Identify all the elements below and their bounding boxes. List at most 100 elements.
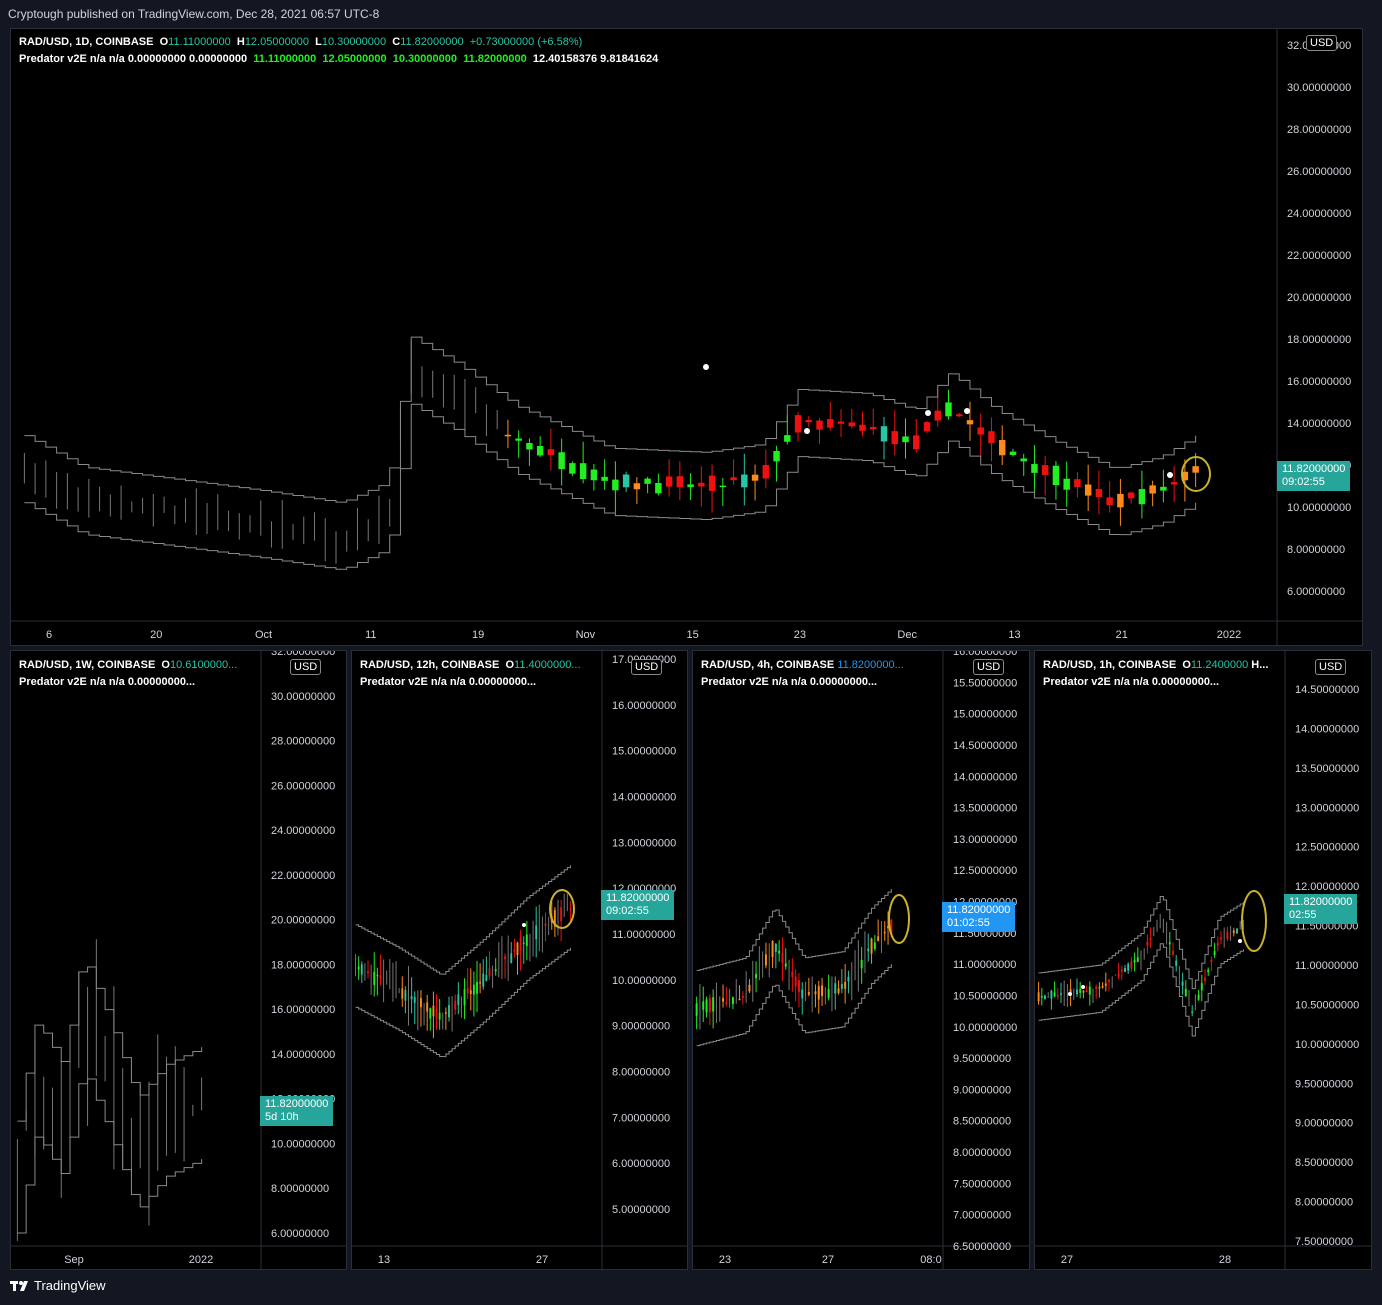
main-candle-body <box>1117 493 1124 508</box>
1h-indicator-legend[interactable]: Predator v2E n/a n/a 0.00000000... <box>1043 676 1219 688</box>
main-y-tick: 18.00000000 <box>1287 334 1351 346</box>
main-chart-canvas[interactable]: 32.0000000030.0000000028.0000000026.0000… <box>11 29 1363 646</box>
main-candle-body <box>1138 489 1146 505</box>
pane2-y-tick: 8.00000000 <box>953 1147 1011 1159</box>
pane2-candle-body <box>870 938 873 954</box>
pane3-candle-body <box>1082 990 1085 993</box>
main-x-tick: 2022 <box>1217 629 1241 641</box>
pane3-candle-body <box>1200 983 1203 991</box>
pane3-candle-body <box>1175 960 1178 966</box>
pane2-y-tick: 6.50000000 <box>953 1241 1011 1253</box>
pane3-candle-body <box>1172 951 1174 955</box>
12h-chart-pane[interactable]: 17.0000000016.0000000015.0000000014.0000… <box>351 650 688 1270</box>
footer-branding[interactable]: TradingView <box>10 1278 106 1293</box>
pane2-y-tick: 14.00000000 <box>953 771 1017 783</box>
main-candle-body <box>859 424 866 431</box>
main-candle-body <box>870 426 877 430</box>
main-ohlc-legend: RAD/USD, 1D, COINBASE O11.11000000 H12.0… <box>19 36 583 48</box>
main-candle-body <box>569 463 576 474</box>
pane1-signal-dot <box>522 923 526 927</box>
weekly-currency-button[interactable]: USD <box>290 659 322 675</box>
pane1-candle-body <box>513 949 516 953</box>
12h-symbol[interactable]: RAD/USD, 12h, COINBASE <box>360 659 499 671</box>
main-x-tick: 23 <box>794 629 806 641</box>
main-candle-body <box>934 410 941 421</box>
1h-currency-button[interactable]: USD <box>1315 659 1347 675</box>
main-candle-body <box>1009 451 1017 455</box>
1h-open-suffix: H... <box>1251 659 1269 671</box>
main-upper-band <box>24 336 1197 503</box>
pane0-y-tick: 28.00000000 <box>271 736 335 748</box>
pane1-y-tick: 11.00000000 <box>612 929 675 941</box>
pane2-x-tick: 23 <box>719 1254 731 1266</box>
main-candle-body <box>827 419 834 428</box>
12h-indicator-legend[interactable]: Predator v2E n/a n/a 0.00000000... <box>360 676 536 688</box>
main-candle-body <box>579 463 587 480</box>
pane2-candle-body <box>877 936 880 941</box>
main-low: 10.30000000 <box>321 36 387 48</box>
12h-currency-button[interactable]: USD <box>631 659 663 675</box>
pane1-candle-body <box>525 934 528 947</box>
4h-chart-canvas[interactable]: 16.00000000 15.50000000 15.00000000 14.5000… <box>693 651 1030 1270</box>
pane3-y-tick: 12.00000000 <box>1295 881 1359 893</box>
1h-chart-pane[interactable]: 14.50000000 14.00000000 13.50000000 13.0000… <box>1034 650 1372 1270</box>
pane3-y-tick: 11.00000000 <box>1295 960 1358 972</box>
4h-chart-pane[interactable]: 16.00000000 15.50000000 15.00000000 14.5000… <box>692 650 1030 1270</box>
main-candle-body <box>923 422 931 432</box>
weekly-indicator-legend[interactable]: Predator v2E n/a n/a 0.00000000... <box>19 676 195 688</box>
main-signal-dot <box>804 428 810 434</box>
main-symbol[interactable]: RAD/USD, 1D, COINBASE <box>19 36 153 48</box>
pane1-upper-band <box>355 865 571 975</box>
pane2-y-tick: 9.50000000 <box>953 1053 1011 1065</box>
pane1-candle-body <box>367 971 369 974</box>
pane0-y-tick: 20.00000000 <box>271 915 335 927</box>
ind-val-1: 12.05000000 <box>322 53 387 65</box>
pane0-y-tick: 6.00000000 <box>271 1228 329 1240</box>
main-x-tick: 19 <box>472 629 484 641</box>
pane2-candle-body <box>712 997 715 1012</box>
pane2-y-tick: 8.50000000 <box>953 1116 1011 1128</box>
main-candle-body <box>751 474 759 481</box>
4h-currency-button[interactable]: USD <box>973 659 1005 675</box>
4h-indicator-legend[interactable]: Predator v2E n/a n/a 0.00000000... <box>701 676 877 688</box>
4h-symbol[interactable]: RAD/USD, 4h, COINBASE <box>701 659 834 671</box>
pane2-candle-body <box>771 940 774 958</box>
main-chart-pane[interactable]: 32.0000000030.0000000028.0000000026.0000… <box>10 28 1363 646</box>
pane2-candle-body <box>722 998 725 1002</box>
4h-countdown: 01:02:55 <box>947 917 990 929</box>
12h-chart-canvas[interactable]: 17.0000000016.0000000015.0000000014.0000… <box>352 651 688 1270</box>
main-indicator-legend[interactable]: Predator v2E n/a n/a 0.00000000 0.000000… <box>19 53 658 65</box>
pane2-candle-body <box>702 1001 705 1010</box>
main-y-tick: 30.00000000 <box>1287 82 1351 94</box>
pane3-candle-body <box>1044 995 1046 1000</box>
pane2-y-tick: 7.00000000 <box>953 1210 1011 1222</box>
1h-chart-canvas[interactable]: 14.50000000 14.00000000 13.50000000 13.0000… <box>1035 651 1372 1270</box>
main-candle-body <box>966 420 974 425</box>
main-x-tick: 21 <box>1116 629 1128 641</box>
main-open: 11.11000000 <box>168 36 231 48</box>
4h-price: 11.82000000 <box>947 904 1011 916</box>
main-y-tick: 16.00000000 <box>1287 376 1351 388</box>
weekly-symbol[interactable]: RAD/USD, 1W, COINBASE <box>19 659 155 671</box>
pane3-candle-body <box>1204 977 1206 981</box>
pane3-candle-body <box>1146 941 1149 946</box>
pane1-candle-body <box>472 984 475 995</box>
currency-button[interactable]: USD <box>1306 35 1338 51</box>
pane3-candle-body <box>1085 990 1088 993</box>
pane2-y-tick: 15.50000000 <box>953 677 1017 689</box>
pane3-candle-body <box>1220 937 1222 940</box>
main-x-tick: 11 <box>365 629 376 641</box>
pane1-candle-body <box>401 988 404 999</box>
main-candle-body <box>773 451 780 462</box>
pane1-candle-body <box>376 974 379 977</box>
pane3-candle-body <box>1040 995 1043 998</box>
pane1-candle-body <box>476 981 478 994</box>
pane3-candle-body <box>1216 942 1219 946</box>
pane3-candle-body <box>1133 960 1136 963</box>
pane2-candle-body <box>844 982 847 989</box>
pane2-candle-body <box>873 942 876 949</box>
weekly-chart-canvas[interactable]: 32.00000000 30.00000000 28.00000000 26.0000… <box>11 651 347 1270</box>
pane3-y-tick: 9.50000000 <box>1295 1078 1353 1090</box>
1h-symbol[interactable]: RAD/USD, 1h, COINBASE <box>1043 659 1176 671</box>
weekly-chart-pane[interactable]: 32.00000000 30.00000000 28.00000000 26.0000… <box>10 650 347 1270</box>
